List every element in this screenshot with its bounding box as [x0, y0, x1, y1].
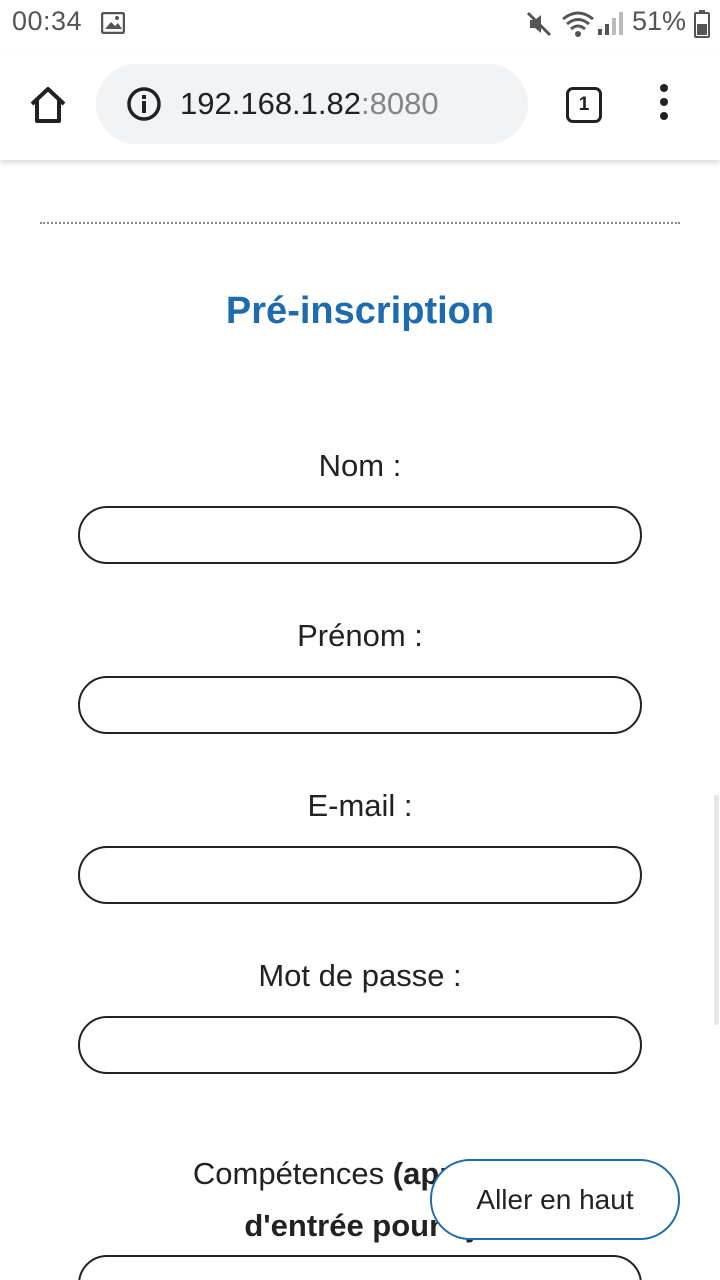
prenom-input[interactable]: [78, 676, 642, 734]
url-host: 192.168.1.82: [180, 86, 362, 121]
prenom-label: Prénom :: [297, 618, 423, 653]
mute-icon: [525, 10, 553, 43]
wifi-icon: [561, 10, 595, 43]
page-content: Pré-inscription Nom : Prénom : E-mail : …: [0, 160, 720, 1280]
more-menu-icon[interactable]: [650, 84, 678, 124]
scrollbar-thumb[interactable]: [714, 795, 719, 1025]
status-bar: 00:34 51%: [0, 0, 720, 50]
info-icon[interactable]: [126, 86, 162, 122]
address-bar[interactable]: 192.168.1.82:8080: [96, 64, 528, 144]
home-icon[interactable]: [26, 83, 70, 127]
battery-icon: [694, 10, 710, 43]
email-label: E-mail :: [307, 788, 413, 823]
status-time: 00:34: [12, 6, 83, 36]
email-input[interactable]: [78, 846, 642, 904]
url-text: 192.168.1.82:8080: [180, 86, 439, 122]
nom-input[interactable]: [78, 506, 642, 564]
page-title: Pré-inscription: [225, 290, 495, 332]
battery-percent: 51%: [632, 6, 687, 36]
tabs-icon[interactable]: 1: [566, 87, 602, 123]
url-port: :8080: [361, 86, 439, 121]
signal-icon: [597, 12, 623, 41]
back-to-top-button[interactable]: Aller en haut: [430, 1159, 680, 1240]
competences-label-regular: Compétences: [192, 1156, 393, 1191]
nom-label: Nom :: [318, 448, 402, 483]
dotted-divider: [40, 222, 680, 224]
password-input[interactable]: [78, 1016, 642, 1074]
gallery-icon: [100, 11, 126, 39]
password-label: Mot de passe :: [258, 958, 462, 993]
competences-input[interactable]: [78, 1255, 642, 1280]
browser-toolbar: 192.168.1.82:8080 1: [0, 50, 720, 160]
